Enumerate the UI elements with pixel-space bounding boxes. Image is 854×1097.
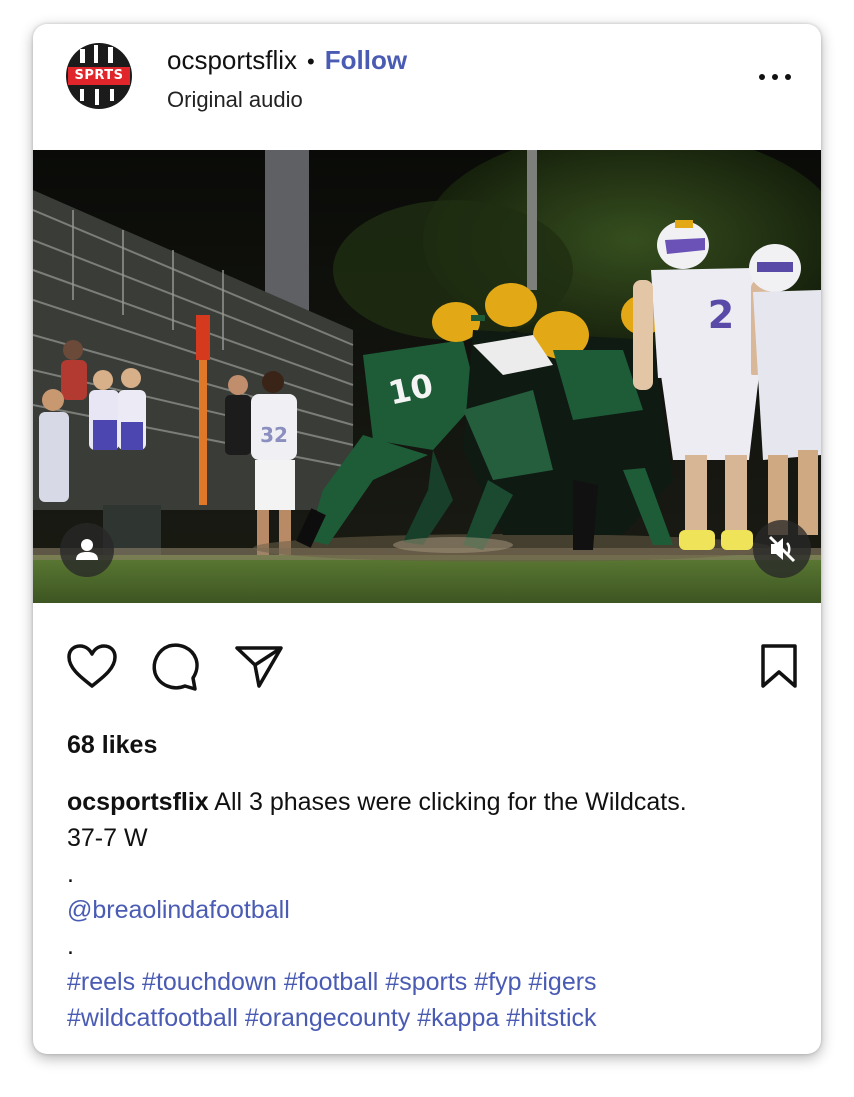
- hashtag-link[interactable]: #fyp: [474, 968, 521, 996]
- comment-icon[interactable]: [149, 641, 201, 693]
- more-dot: [759, 74, 765, 80]
- heart-icon[interactable]: [65, 642, 119, 692]
- video-frame: 32 10 2: [33, 150, 821, 603]
- avatar-stripe: [110, 89, 114, 101]
- tagged-users-button[interactable]: [60, 523, 114, 577]
- follow-button[interactable]: Follow: [325, 45, 407, 75]
- likes-count[interactable]: 68 likes: [67, 728, 157, 762]
- avatar-stripe: [94, 45, 98, 63]
- more-options-icon[interactable]: [755, 62, 795, 92]
- hashtag-link[interactable]: #wildcatfootball: [67, 1004, 238, 1032]
- hashtag-link[interactable]: #hitstick: [506, 1004, 596, 1032]
- avatar-stripe: [95, 89, 99, 105]
- paper-plane-icon[interactable]: [233, 642, 285, 690]
- more-dot: [772, 74, 778, 80]
- hashtag-row: #wildcatfootball #orangecounty #kappa #h…: [67, 1000, 807, 1036]
- caption-score: 37-7 W: [67, 824, 148, 852]
- hashtag-link[interactable]: #sports: [385, 968, 467, 996]
- jersey-number-text: 2: [708, 293, 734, 337]
- avatar-stripe: [80, 89, 84, 101]
- caption-dot: .: [67, 932, 74, 960]
- post-video[interactable]: 32 10 2: [33, 150, 821, 603]
- separator-dot: •: [307, 49, 315, 74]
- avatar-logo-text: SPRTS: [74, 68, 124, 83]
- user-icon: [76, 539, 98, 560]
- post-caption: ocsportsflix All 3 phases were clicking …: [67, 784, 807, 1036]
- caption-username[interactable]: ocsportsflix: [67, 788, 209, 816]
- caption-dot: .: [67, 860, 74, 888]
- username[interactable]: ocsportsflix: [167, 45, 297, 75]
- avatar-stripe: [80, 49, 85, 63]
- hashtag-link[interactable]: #orangecounty: [245, 1004, 410, 1032]
- audio-label[interactable]: Original audio: [167, 84, 303, 116]
- hashtag-link[interactable]: #igers: [528, 968, 596, 996]
- avatar-stripe: [108, 47, 113, 63]
- post-header: SPRTS ocsportsflix • Follow Original audio: [33, 24, 821, 150]
- avatar[interactable]: SPRTS: [66, 43, 132, 109]
- username-row: ocsportsflix • Follow: [167, 42, 407, 80]
- mention-link[interactable]: @breaolindafootball: [67, 892, 807, 928]
- speaker-muted-icon: [768, 535, 796, 563]
- post-card: SPRTS ocsportsflix • Follow Original audio: [33, 24, 821, 1054]
- bookmark-icon[interactable]: [757, 642, 801, 690]
- hashtag-link[interactable]: #kappa: [417, 1004, 499, 1032]
- caption-line: ocsportsflix All 3 phases were clicking …: [67, 784, 807, 820]
- hashtag-link[interactable]: #touchdown: [142, 968, 277, 996]
- hashtag-link[interactable]: #reels: [67, 968, 135, 996]
- jersey-number-text: 32: [260, 423, 288, 447]
- hashtag-row: #reels #touchdown #football #sports #fyp…: [67, 964, 807, 1000]
- caption-text: All 3 phases were clicking for the Wildc…: [208, 788, 687, 816]
- hashtag-link[interactable]: #football: [284, 968, 379, 996]
- mute-toggle-button[interactable]: [753, 520, 811, 578]
- more-dot: [785, 74, 791, 80]
